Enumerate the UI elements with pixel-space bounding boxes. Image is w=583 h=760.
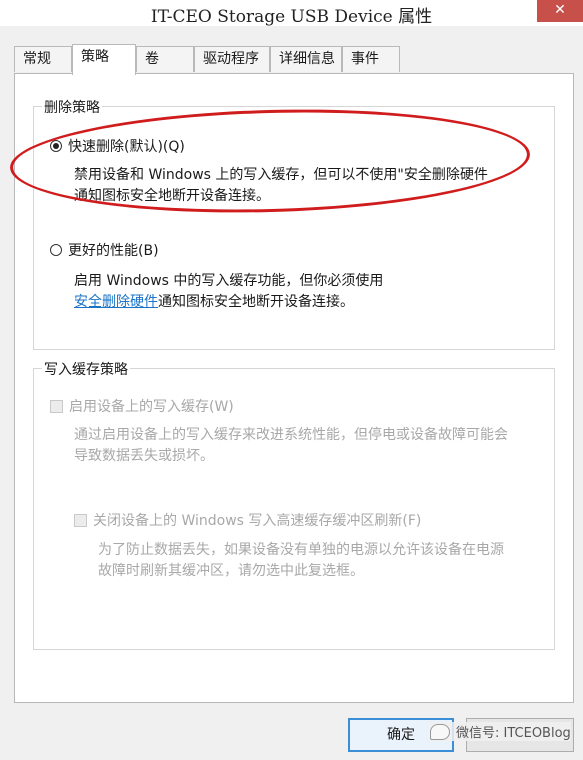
better-performance-label: 更好的性能(B) (68, 243, 159, 259)
enable-write-cache-desc-line1: 通过启用设备上的写入缓存来改进系统性能，但停电或设备故障可能会 (74, 427, 508, 443)
quick-removal-desc-line2: 通知图标安全地断开设备连接。 (74, 188, 270, 204)
enable-write-cache-checkbox (50, 399, 63, 413)
tab-details[interactable]: 详细信息 (270, 46, 342, 72)
turn-off-flush-desc-line1: 为了防止数据丢失，如果设备没有单独的电源以允许该设备在电源 (98, 542, 504, 558)
close-icon: ✕ (554, 2, 566, 18)
wechat-icon (430, 723, 450, 740)
window-title: IT-CEO Storage USB Device 属性 (150, 7, 433, 27)
quick-removal-label: 快速删除(默认)(Q) (68, 139, 185, 155)
watermark-text: 微信号: ITCEOBlog (456, 726, 571, 741)
better-performance-desc-line2: 安全删除硬件通知图标安全地断开设备连接。 (74, 292, 354, 313)
better-performance-option[interactable]: 更好的性能(B) (50, 240, 159, 260)
turn-off-flush-desc-line2: 故障时刷新其缓冲区，请勿选中此复选框。 (98, 563, 364, 579)
tab-policy[interactable]: 策略 (72, 44, 136, 75)
quick-removal-option[interactable]: 快速删除(默认)(Q) (50, 136, 185, 156)
better-performance-desc-rest: 通知图标安全地断开设备连接。 (158, 294, 354, 310)
policy-panel: 删除策略 快速删除(默认)(Q) 禁用设备和 Windows 上的写入缓存，但可… (14, 73, 574, 703)
tab-strip: 常规 策略 卷 驱动程序 详细信息 事件 (14, 44, 574, 75)
enable-write-cache-label: 启用设备上的写入缓存(W) (69, 399, 234, 415)
removal-policy-legend: 删除策略 (42, 97, 102, 117)
better-performance-radio[interactable] (50, 244, 62, 256)
tab-events[interactable]: 事件 (342, 46, 400, 72)
safely-remove-hardware-link[interactable]: 安全删除硬件 (74, 294, 158, 310)
title-bar: IT-CEO Storage USB Device 属性 ✕ (0, 0, 583, 27)
turn-off-flush-option: 关闭设备上的 Windows 写入高速缓存缓冲区刷新(F) (74, 510, 421, 530)
tab-general[interactable]: 常规 (14, 46, 72, 72)
enable-write-cache-option: 启用设备上的写入缓存(W) (50, 396, 234, 416)
better-performance-desc-line1: 启用 Windows 中的写入缓存功能，但你必须使用 (74, 273, 384, 289)
write-cache-policy-group: 写入缓存策略 启用设备上的写入缓存(W) 通过启用设备上的写入缓存来改进系统性能… (33, 359, 555, 650)
watermark: 微信号: ITCEOBlog (430, 722, 571, 741)
enable-write-cache-desc-line2: 导致数据丢失或损坏。 (74, 448, 214, 464)
removal-policy-group: 删除策略 快速删除(默认)(Q) 禁用设备和 Windows 上的写入缓存，但可… (33, 97, 555, 350)
tab-driver[interactable]: 驱动程序 (194, 46, 270, 72)
quick-removal-desc-line1: 禁用设备和 Windows 上的写入缓存，但可以不使用"安全删除硬件 (74, 167, 488, 183)
write-cache-policy-legend: 写入缓存策略 (42, 359, 130, 379)
close-button[interactable]: ✕ (537, 0, 583, 22)
tab-volumes[interactable]: 卷 (136, 46, 194, 72)
turn-off-flush-label: 关闭设备上的 Windows 写入高速缓存缓冲区刷新(F) (93, 513, 422, 529)
turn-off-flush-checkbox (74, 513, 87, 527)
quick-removal-radio[interactable] (50, 140, 62, 152)
